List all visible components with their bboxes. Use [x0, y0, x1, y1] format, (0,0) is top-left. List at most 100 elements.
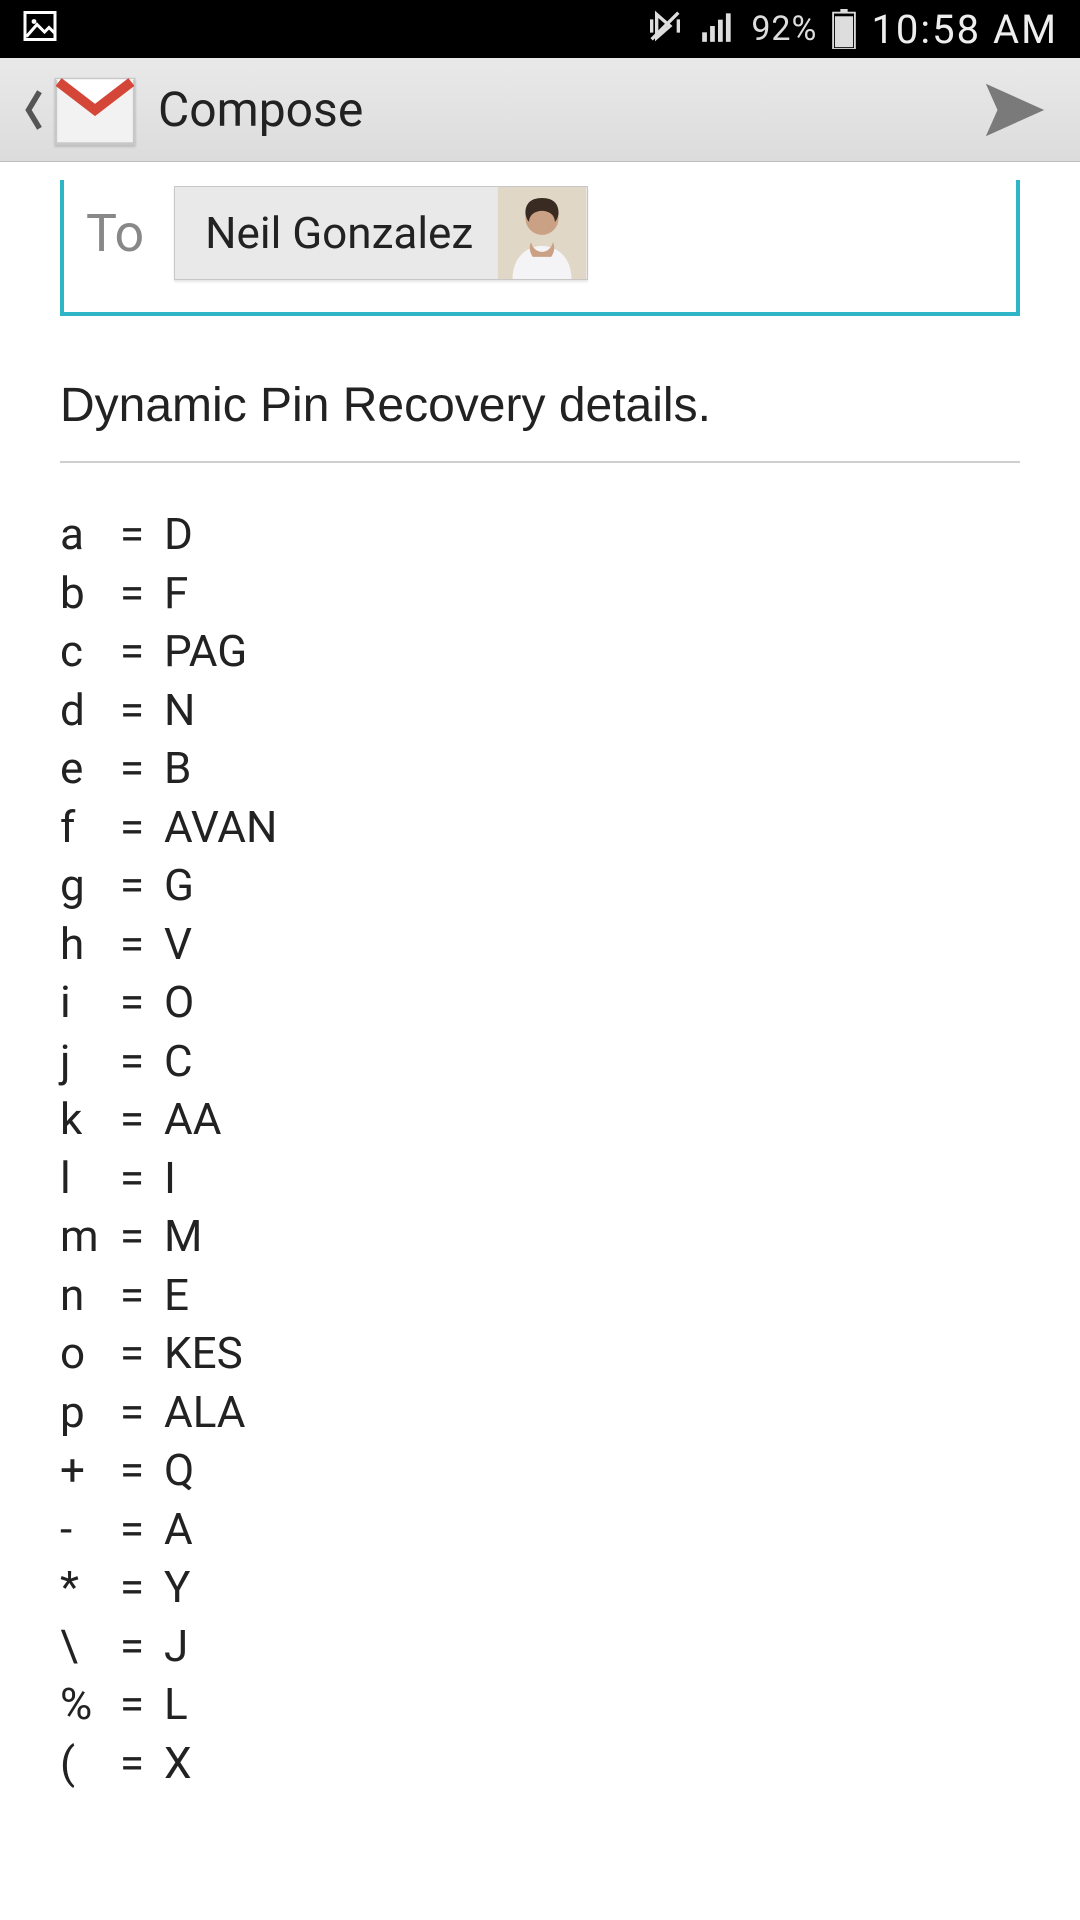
body-value: I [164, 1149, 176, 1208]
body-key: n [60, 1266, 100, 1325]
body-key: * [60, 1558, 100, 1617]
body-line: c=PAG [60, 622, 1020, 681]
body-value: ALA [164, 1383, 246, 1442]
equals-sign: = [100, 1266, 164, 1325]
compose-area: To Neil Gonzalez a=Db=Fc=PAGd=Ne=Bf=AVAN… [0, 180, 1080, 1792]
body-value: C [164, 1032, 193, 1091]
status-left [22, 8, 58, 50]
equals-sign: = [100, 739, 164, 798]
to-field[interactable]: To Neil Gonzalez [60, 180, 1020, 316]
compose-action-bar: Compose [0, 58, 1080, 162]
body-value: O [164, 973, 194, 1032]
body-key: % [60, 1675, 100, 1734]
back-chevron-icon[interactable] [22, 88, 46, 132]
body-line: l=I [60, 1149, 1020, 1208]
body-line: +=Q [60, 1441, 1020, 1500]
body-value: Q [164, 1441, 194, 1500]
email-body[interactable]: a=Db=Fc=PAGd=Ne=Bf=AVANg=Gh=Vi=Oj=Ck=AAl… [60, 505, 1020, 1792]
equals-sign: = [100, 564, 164, 623]
status-clock: 10:58 AM [871, 6, 1058, 53]
body-key: ( [60, 1734, 100, 1793]
equals-sign: = [100, 505, 164, 564]
body-line: b=F [60, 564, 1020, 623]
body-line: h=V [60, 915, 1020, 974]
body-value: N [164, 681, 195, 740]
equals-sign: = [100, 1383, 164, 1442]
body-key: m [60, 1207, 100, 1266]
body-line: g=G [60, 856, 1020, 915]
body-value: AVAN [164, 798, 277, 857]
equals-sign: = [100, 1032, 164, 1091]
body-value: AA [164, 1090, 221, 1149]
body-key: g [60, 856, 100, 915]
body-line: p=ALA [60, 1383, 1020, 1442]
body-key: h [60, 915, 100, 974]
recipient-chip[interactable]: Neil Gonzalez [174, 186, 588, 280]
body-value: M [164, 1207, 202, 1266]
recipient-avatar [497, 187, 587, 279]
vibrate-mute-icon [645, 6, 685, 52]
body-value: PAG [164, 622, 247, 681]
body-line: k=AA [60, 1090, 1020, 1149]
battery-icon [831, 9, 857, 49]
body-key: k [60, 1090, 100, 1149]
body-line: *=Y [60, 1558, 1020, 1617]
equals-sign: = [100, 798, 164, 857]
body-value: KES [164, 1324, 243, 1383]
body-key: e [60, 739, 100, 798]
equals-sign: = [100, 915, 164, 974]
body-line: (=X [60, 1734, 1020, 1793]
status-right: 92% 10:58 AM [645, 6, 1058, 53]
subject-row [60, 378, 1020, 463]
equals-sign: = [100, 1090, 164, 1149]
body-value: D [164, 505, 193, 564]
body-value: B [164, 739, 191, 798]
subject-input[interactable] [60, 378, 1020, 433]
equals-sign: = [100, 1734, 164, 1793]
body-value: J [164, 1617, 188, 1676]
body-key: + [60, 1441, 100, 1500]
body-line: f=AVAN [60, 798, 1020, 857]
body-line: -=A [60, 1500, 1020, 1559]
body-value: G [164, 856, 194, 915]
equals-sign: = [100, 681, 164, 740]
body-key: o [60, 1324, 100, 1383]
body-value: X [164, 1734, 192, 1793]
gmail-app-icon[interactable] [50, 68, 140, 152]
equals-sign: = [100, 1324, 164, 1383]
battery-percent: 92% [751, 9, 817, 49]
cell-signal-icon [699, 7, 737, 51]
page-title: Compose [158, 81, 972, 138]
body-key: d [60, 681, 100, 740]
body-key: i [60, 973, 100, 1032]
body-line: j=C [60, 1032, 1020, 1091]
body-value: E [164, 1266, 189, 1325]
recipient-name: Neil Gonzalez [175, 195, 497, 271]
body-line: o=KES [60, 1324, 1020, 1383]
body-line: d=N [60, 681, 1020, 740]
equals-sign: = [100, 1149, 164, 1208]
equals-sign: = [100, 622, 164, 681]
body-value: A [164, 1500, 193, 1559]
body-line: i=O [60, 973, 1020, 1032]
equals-sign: = [100, 1675, 164, 1734]
equals-sign: = [100, 1558, 164, 1617]
body-key: p [60, 1383, 100, 1442]
body-line: n=E [60, 1266, 1020, 1325]
body-key: c [60, 622, 100, 681]
body-key: a [60, 505, 100, 564]
body-line: e=B [60, 739, 1020, 798]
body-line: %=L [60, 1675, 1020, 1734]
equals-sign: = [100, 1441, 164, 1500]
send-button[interactable] [972, 67, 1058, 153]
body-line: m=M [60, 1207, 1020, 1266]
body-key: \ [60, 1617, 100, 1676]
send-icon [980, 75, 1050, 145]
android-status-bar: 92% 10:58 AM [0, 0, 1080, 58]
body-value: V [164, 915, 192, 974]
body-line: \=J [60, 1617, 1020, 1676]
equals-sign: = [100, 856, 164, 915]
to-label: To [86, 203, 144, 264]
body-key: - [60, 1500, 100, 1559]
body-value: F [164, 564, 188, 623]
